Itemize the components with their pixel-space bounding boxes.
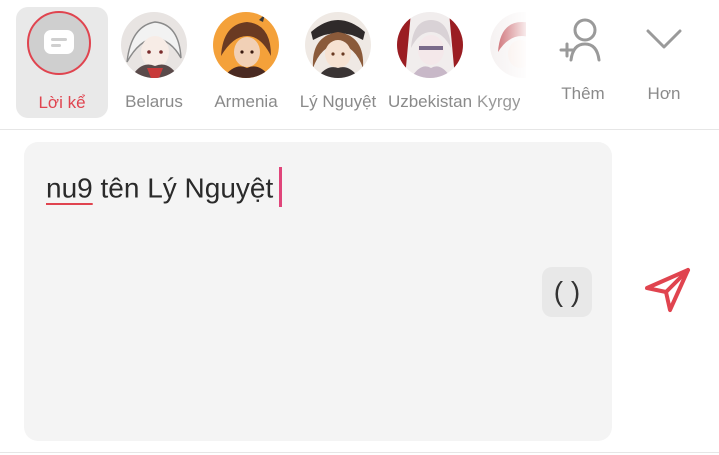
character-label-uzbekistan: Uzbekistan	[387, 92, 473, 111]
avatar-ly-nguyet	[305, 12, 371, 78]
character-label-narrator: Lời kể	[38, 93, 86, 112]
send-icon	[645, 268, 690, 312]
character-selector-bar: Lời kể Belarus Armenia Lý Nguyệt Uzbekis…	[0, 0, 719, 130]
add-user-icon	[559, 18, 601, 62]
character-ly-nguyet[interactable]: Lý Nguyệt	[296, 0, 380, 118]
character-label-kyrgyzstan: Kyrgy	[477, 92, 520, 111]
text-caret	[279, 167, 283, 207]
character-uzbekistan[interactable]: Uzbekistan	[384, 0, 476, 118]
insert-parentheses-button[interactable]: ( )	[542, 267, 592, 317]
character-label-ly-nguyet: Lý Nguyệt	[299, 92, 377, 111]
send-button[interactable]	[640, 262, 696, 318]
message-rest-text: tên Lý Nguyệt	[92, 172, 274, 204]
avatar-uzbekistan	[397, 12, 463, 78]
add-label: Thêm	[561, 84, 605, 103]
chevron-down-icon	[646, 29, 682, 49]
more-label: Hơn	[647, 84, 681, 103]
character-armenia[interactable]: Armenia	[206, 0, 286, 118]
character-narrator[interactable]: Lời kể	[16, 7, 108, 118]
character-label-armenia: Armenia	[214, 92, 278, 111]
avatar-armenia	[213, 12, 279, 78]
message-text[interactable]: nu9 tên Lý Nguyệt	[46, 167, 283, 210]
misspelled-word[interactable]: nu9	[46, 172, 93, 203]
narrator-card-icon	[44, 30, 74, 54]
message-input[interactable]: nu9 tên Lý Nguyệt ( )	[24, 142, 612, 441]
narrator-avatar	[27, 11, 91, 75]
avatar-belarus	[121, 12, 187, 78]
character-label-belarus: Belarus	[125, 92, 183, 111]
character-belarus[interactable]: Belarus	[114, 0, 194, 118]
bottom-divider	[0, 452, 719, 453]
